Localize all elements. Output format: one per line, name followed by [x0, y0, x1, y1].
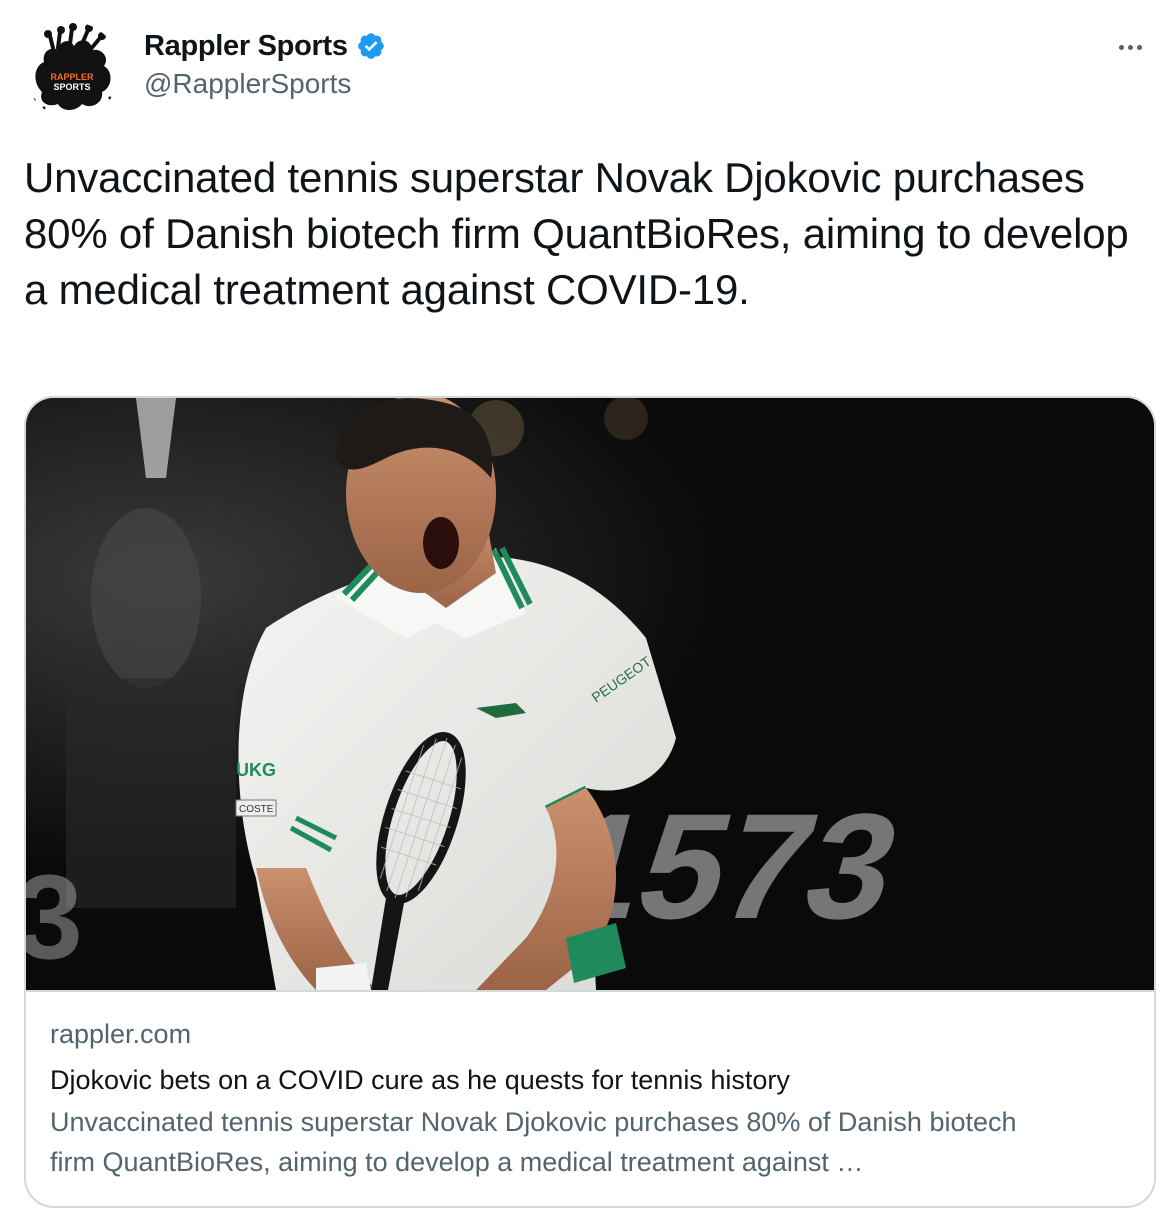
card-title[interactable]: Djokovic bets on a COVID cure as he ques…: [50, 1060, 1130, 1100]
tweet[interactable]: RAPPLER SPORTS Rappler Sports @RapplerSp…: [0, 0, 1174, 1228]
more-options-icon[interactable]: [1108, 30, 1152, 64]
display-name[interactable]: Rappler Sports: [144, 30, 348, 63]
card-body[interactable]: rappler.com Djokovic bets on a COVID cur…: [50, 1016, 1130, 1182]
avatar[interactable]: RAPPLER SPORTS: [24, 22, 120, 118]
avatar-line2: SPORTS: [53, 82, 90, 92]
rappler-sports-logo: RAPPLER SPORTS: [26, 23, 118, 118]
sleeve-text: UKG: [236, 760, 276, 780]
card-image[interactable]: 1573 3 PEUGEOT: [26, 398, 1154, 990]
background-digit: 3: [26, 850, 83, 984]
link-card[interactable]: 1573 3 PEUGEOT: [24, 396, 1156, 1208]
handle[interactable]: @RapplerSports: [144, 68, 386, 100]
card-description: Unvaccinated tennis superstar Novak Djok…: [50, 1107, 1017, 1177]
patch-text: COSTE: [239, 804, 274, 815]
verified-badge-icon: [356, 31, 386, 61]
author-block: Rappler Sports @RapplerSports: [144, 28, 386, 100]
card-divider: [26, 990, 1154, 992]
card-domain[interactable]: rappler.com: [50, 1016, 1130, 1052]
avatar-line1: RAPPLER: [50, 72, 94, 82]
tweet-text: Unvaccinated tennis superstar Novak Djok…: [24, 154, 1129, 313]
